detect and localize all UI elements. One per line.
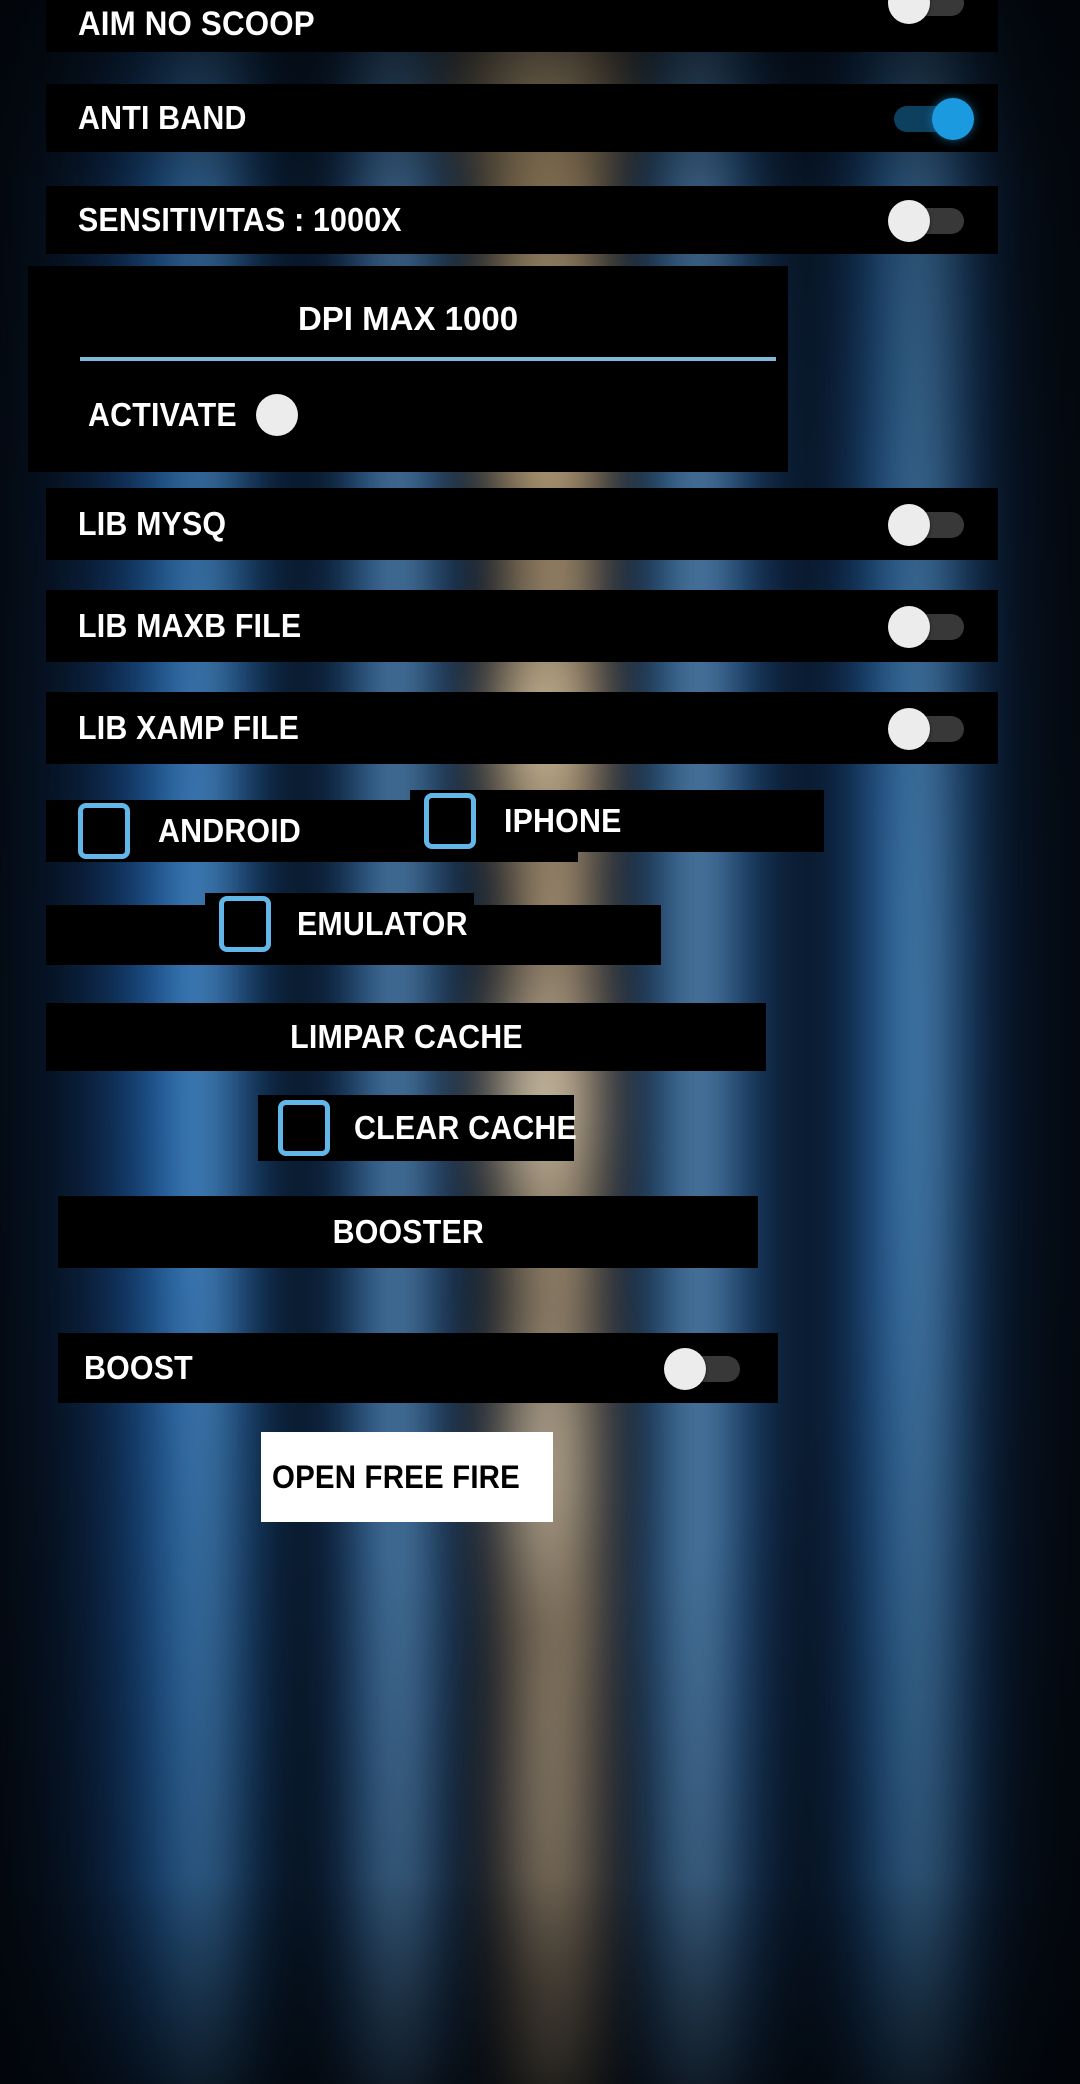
checkbox-row-clear-cache[interactable]: CLEAR CACHE xyxy=(258,1095,577,1161)
dpi-underline-divider xyxy=(80,357,776,361)
row-aim-no-scoop-label: AIM NO SCOOP xyxy=(78,4,315,43)
checkbox-row-iphone[interactable]: IPHONE xyxy=(410,790,824,852)
row-lib-maxb-file-label: LIB MAXB FILE xyxy=(78,607,302,644)
toggle-boost[interactable] xyxy=(664,1346,750,1390)
row-boost[interactable]: BOOST xyxy=(58,1333,778,1403)
toggle-thumb xyxy=(664,1348,706,1390)
toggle-thumb xyxy=(888,0,930,24)
toggle-lib-xamp-file[interactable] xyxy=(888,706,974,750)
checkbox-emulator[interactable] xyxy=(219,896,271,952)
toggle-thumb xyxy=(888,504,930,546)
settings-screen: AIM NO SCOOP ANTI BAND SENSITIVITAS : 10… xyxy=(0,0,1080,2084)
open-free-fire-button[interactable]: OPEN FREE FIRE xyxy=(261,1432,553,1522)
row-lib-xamp-file-label: LIB XAMP FILE xyxy=(78,709,300,746)
section-booster-label: BOOSTER xyxy=(332,1213,484,1250)
row-anti-band-label: ANTI BAND xyxy=(78,99,247,136)
row-aim-no-scoop[interactable]: AIM NO SCOOP xyxy=(46,0,998,52)
checkbox-android-label: ANDROID xyxy=(158,812,301,849)
row-lib-mysq-label: LIB MYSQ xyxy=(78,505,227,542)
checkbox-clear-cache[interactable] xyxy=(278,1100,330,1156)
row-sensitivity-label: SENSITIVITAS : 1000X xyxy=(78,201,402,238)
dpi-activate-label: ACTIVATE xyxy=(88,396,237,433)
toggle-thumb xyxy=(888,606,930,648)
toggle-thumb xyxy=(888,200,930,242)
row-lib-maxb-file[interactable]: LIB MAXB FILE xyxy=(46,590,998,662)
row-boost-label: BOOST xyxy=(84,1349,193,1386)
toggle-thumb xyxy=(888,708,930,750)
checkbox-emulator-label: EMULATOR xyxy=(297,905,468,942)
section-limpar-cache-label: LIMPAR CACHE xyxy=(289,1018,523,1055)
open-free-fire-label: OPEN FREE FIRE xyxy=(272,1458,521,1495)
checkbox-iphone-label: IPHONE xyxy=(504,802,622,839)
checkbox-iphone[interactable] xyxy=(424,793,476,849)
section-limpar-cache[interactable]: LIMPAR CACHE xyxy=(46,1003,766,1071)
toggle-thumb xyxy=(932,98,974,140)
row-lib-mysq[interactable]: LIB MYSQ xyxy=(46,488,998,560)
toggle-aim-no-scoop[interactable] xyxy=(888,0,974,24)
panel-dpi-max: DPI MAX 1000 ACTIVATE xyxy=(28,266,788,472)
dpi-max-title: DPI MAX 1000 xyxy=(297,300,519,337)
row-lib-xamp-file[interactable]: LIB XAMP FILE xyxy=(46,692,998,764)
row-anti-band[interactable]: ANTI BAND xyxy=(46,84,998,152)
checkbox-android[interactable] xyxy=(78,803,130,859)
dpi-activate-control[interactable]: ACTIVATE xyxy=(88,394,298,436)
toggle-dpi-activate[interactable] xyxy=(255,394,298,436)
toggle-sensitivity[interactable] xyxy=(888,198,974,242)
section-booster[interactable]: BOOSTER xyxy=(58,1196,758,1268)
toggle-lib-maxb-file[interactable] xyxy=(888,604,974,648)
toggle-lib-mysq[interactable] xyxy=(888,502,974,546)
checkbox-row-emulator[interactable]: EMULATOR xyxy=(205,893,474,955)
checkbox-clear-cache-label: CLEAR CACHE xyxy=(354,1109,577,1146)
toggle-anti-band[interactable] xyxy=(890,96,976,140)
row-sensitivity[interactable]: SENSITIVITAS : 1000X xyxy=(46,186,998,254)
